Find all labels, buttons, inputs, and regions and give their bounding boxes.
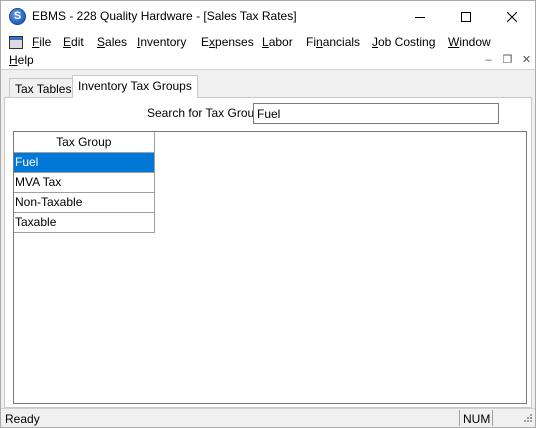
tax-group-grid[interactable]: Tax Group Fuel MVA Tax Non-Taxable Taxable (13, 131, 527, 404)
main-window: S EBMS - 228 Quality Hardware - [Sales T… (0, 0, 536, 428)
menu-item[interactable]: Job Costing (372, 35, 435, 49)
inventory-tax-groups-panel: Search for Tax Group Tax Group FuelMVA T… (4, 97, 532, 408)
tax-group-cell[interactable]: Taxable (14, 212, 155, 233)
search-input[interactable] (253, 103, 499, 124)
window-title: EBMS - 228 Quality Hardware - [Sales Tax… (32, 9, 297, 23)
menu-item[interactable]: Expenses (201, 35, 254, 49)
table-row[interactable]: Taxable (14, 212, 155, 233)
title-bar[interactable]: S EBMS - 228 Quality Hardware - [Sales T… (1, 1, 535, 32)
close-icon (507, 11, 517, 22)
menu-item[interactable]: File (32, 35, 51, 49)
tax-group-table: Tax Group Fuel MVA Tax Non-Taxable Taxable (14, 132, 155, 233)
menu-item[interactable]: Labor (262, 35, 293, 49)
close-button[interactable] (489, 1, 535, 32)
menu-item[interactable]: Window (448, 35, 491, 49)
app-logo-icon[interactable]: S (9, 8, 26, 25)
maximize-icon (461, 11, 471, 22)
child-minimize-button[interactable]: – (480, 52, 497, 68)
sales-tax-rates-window: Tax Tables Inventory Tax Groups Search f… (1, 69, 535, 408)
maximize-button[interactable] (443, 1, 489, 32)
tax-group-cell[interactable]: Fuel (14, 152, 155, 173)
tax-group-cell[interactable]: MVA Tax (14, 172, 155, 193)
menu-bar: File Edit Sales Inventory Expenses Labor Finan… (1, 32, 535, 69)
menu-item[interactable]: Edit (63, 35, 84, 49)
tax-group-cell[interactable]: Non-Taxable (14, 192, 155, 213)
search-label: Search for Tax Group (147, 106, 261, 120)
table-row[interactable]: Non-Taxable (14, 192, 155, 213)
table-row[interactable]: MVA Tax (14, 172, 155, 193)
tab-inventory-tax-groups[interactable]: Inventory Tax Groups (72, 75, 198, 98)
minimize-icon (415, 16, 425, 18)
tab-tax-tables[interactable]: Tax Tables (9, 78, 78, 98)
child-close-button[interactable]: ✕ (518, 52, 535, 68)
table-row[interactable]: Fuel (14, 152, 155, 173)
num-lock-indicator: NUM (459, 410, 493, 426)
menu-item[interactable]: Financials (306, 35, 360, 49)
child-window-icon[interactable] (9, 36, 23, 49)
menu-item[interactable]: Sales (97, 35, 127, 49)
minimize-button[interactable] (397, 1, 443, 32)
status-bar: Ready NUM (1, 408, 535, 427)
status-text: Ready (5, 412, 40, 426)
resize-grip-icon[interactable] (521, 413, 533, 425)
menu-item[interactable]: Inventory (137, 35, 186, 49)
menu-item[interactable]: Help (9, 53, 34, 67)
column-header-tax-group[interactable]: Tax Group (14, 132, 155, 153)
child-restore-button[interactable]: ❐ (499, 52, 516, 68)
